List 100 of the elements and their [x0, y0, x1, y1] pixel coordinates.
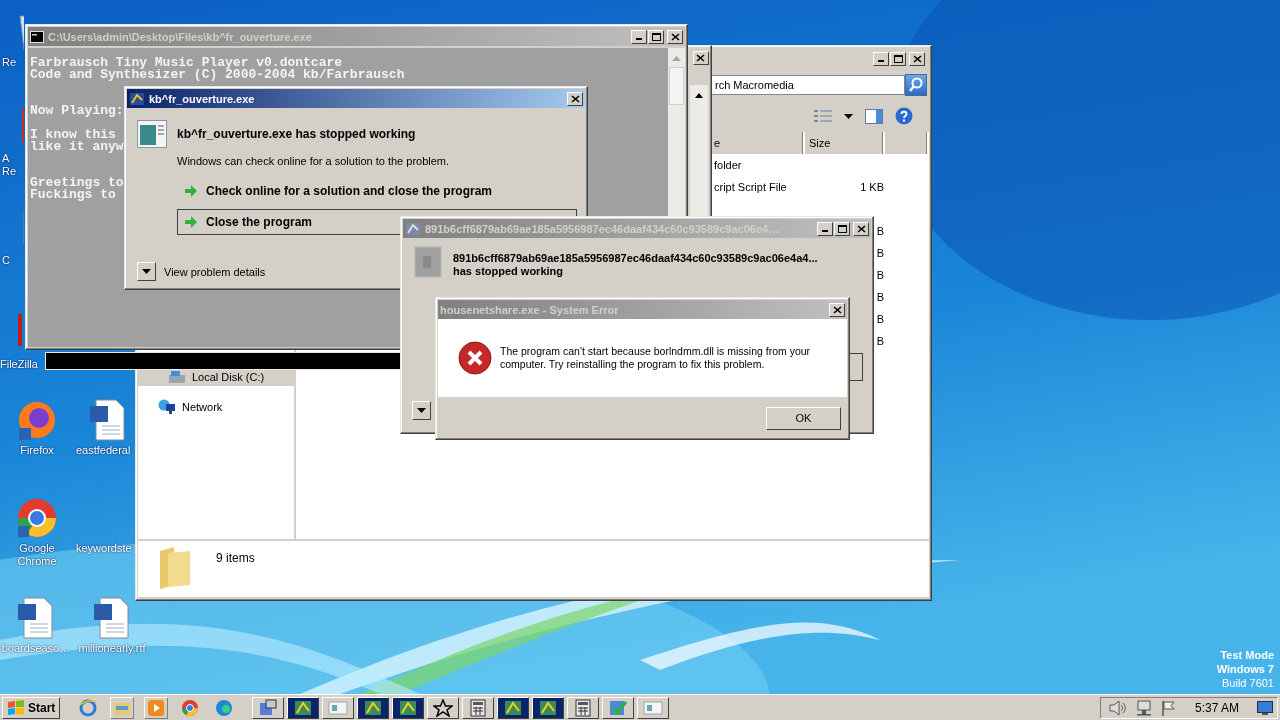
taskbar-button[interactable] — [497, 696, 530, 719]
network-icon[interactable] — [1134, 699, 1153, 716]
taskbar-button[interactable] — [287, 696, 320, 719]
maximize-icon — [651, 32, 661, 41]
window-icon — [643, 698, 664, 717]
dialog-heading: has stopped working — [453, 265, 564, 278]
maximize-icon — [837, 224, 847, 233]
icon-label: C — [2, 254, 10, 267]
nav-item[interactable]: Network — [138, 398, 294, 416]
table-cell: cript Script File — [714, 181, 787, 193]
table-cell: B — [876, 313, 884, 325]
maximize-icon — [893, 55, 903, 63]
start-button[interactable]: Start — [2, 696, 61, 719]
close-button[interactable] — [909, 52, 925, 66]
calculator-icon — [468, 698, 489, 717]
watermark-text: Windows 7 — [1216, 662, 1274, 676]
table-cell: B — [876, 225, 884, 237]
console-text: I know this — [30, 129, 116, 141]
icon-label: keywordste — [76, 542, 132, 555]
taskbar-button[interactable] — [532, 696, 565, 719]
console-text: Greetings to — [30, 177, 124, 189]
chevron-icon — [417, 408, 426, 413]
taskbar-button[interactable] — [602, 696, 635, 719]
close-icon — [856, 224, 866, 233]
expand-button[interactable] — [137, 262, 156, 281]
window-title: C:\Users\admin\Desktop\Files\kb^fr_ouverture.exe — [48, 30, 313, 43]
minimize-button[interactable] — [873, 52, 889, 66]
browser-icon[interactable] — [181, 698, 200, 717]
dialog-heading: kb^fr_ouverture.exe has stopped working — [177, 127, 417, 141]
table-cell: B — [876, 247, 884, 259]
close-icon — [570, 94, 580, 103]
taskbar-button[interactable] — [637, 696, 670, 719]
icon-label: Re — [2, 56, 17, 69]
taskbar-button[interactable] — [462, 696, 495, 719]
clock: 5:37 AM — [1194, 700, 1239, 715]
taskbar-button[interactable] — [567, 696, 600, 719]
icon-label: millionearly.rtf — [78, 642, 146, 655]
scroll-up-icon[interactable] — [695, 93, 703, 98]
icon-label: Re — [2, 165, 17, 178]
taskbar-button[interactable] — [392, 696, 425, 719]
icon-label: eastfederal — [76, 444, 131, 457]
help-icon[interactable] — [895, 107, 913, 125]
arrow-icon — [184, 215, 198, 229]
close-button[interactable] — [692, 51, 709, 65]
dialog-heading: 891b6cff6879ab69ae185a5956987ec46daaf434c60c93589c9ac06e4a4... — [453, 252, 818, 265]
show-desktop-icon[interactable] — [1257, 700, 1273, 715]
details-label: View problem details — [164, 265, 266, 278]
table-cell: B — [876, 269, 884, 281]
console-icon — [30, 30, 44, 43]
network-icon — [158, 399, 176, 415]
taskbar-button[interactable] — [252, 696, 285, 719]
star-icon — [433, 698, 454, 717]
icon-label: A — [2, 152, 10, 165]
error-message: The program can't start because borlndmm.dll is missing from your computer. Try reinstalling the program to fix this problem. — [500, 345, 812, 371]
chevron-icon — [142, 269, 151, 274]
table-cell: folder — [714, 159, 742, 171]
close-button[interactable] — [567, 91, 583, 106]
search-button[interactable] — [905, 74, 927, 96]
taskbar-button[interactable] — [427, 696, 460, 719]
caret-icon[interactable] — [844, 113, 853, 119]
item-count: 9 items — [216, 551, 255, 565]
close-icon — [832, 305, 842, 314]
arrow-icon — [184, 184, 198, 198]
table-cell: B — [876, 335, 884, 347]
table-cell: B — [876, 291, 884, 303]
taskbar-button[interactable] — [357, 696, 390, 719]
column-header[interactable]: Size — [805, 132, 885, 154]
maximize-button[interactable] — [890, 52, 906, 66]
error-icon — [458, 341, 492, 375]
speaker-icon[interactable] — [1108, 699, 1127, 716]
icon-label: Firefox — [20, 444, 54, 457]
ok-button[interactable]: OK — [766, 406, 841, 430]
expand-button[interactable] — [412, 401, 431, 420]
program-window-icon — [137, 120, 167, 148]
taskbar-button[interactable] — [322, 696, 355, 719]
icon-label: FileZilla — [0, 358, 38, 371]
close-icon — [912, 55, 922, 63]
flag-icon[interactable] — [1160, 699, 1177, 716]
program-icon — [413, 246, 443, 278]
console-text: like it anyw — [30, 141, 124, 153]
scrollbar-thumb[interactable] — [669, 67, 684, 105]
icon-label: boardseaso… — [1, 642, 71, 655]
console-text: Code and Synthesizer (C) 2000-2004 kb/Farbrausch — [30, 69, 405, 81]
drive-icon — [168, 370, 186, 384]
command-link[interactable]: Check online for a solution and close the program — [177, 177, 583, 205]
browser-icon[interactable] — [79, 698, 98, 717]
windows-logo-icon — [7, 699, 25, 716]
search-field[interactable]: rch Macromedia — [709, 75, 905, 95]
close-icon — [696, 54, 705, 62]
icon-label: Chrome — [17, 555, 57, 568]
console-text: Fuckings to — [30, 189, 116, 201]
window-title: housenetshare.exe - System Error — [440, 303, 620, 316]
icon-label: Google — [19, 542, 55, 555]
preview-pane-icon[interactable] — [865, 108, 883, 124]
search-icon — [908, 77, 924, 93]
table-cell: 1 KB — [860, 181, 884, 193]
browser-icon[interactable] — [15, 496, 59, 540]
window-icon — [328, 698, 349, 717]
dialog-message: Windows can check online for a solution to the problem. — [177, 155, 451, 167]
calculator-icon — [573, 698, 594, 717]
